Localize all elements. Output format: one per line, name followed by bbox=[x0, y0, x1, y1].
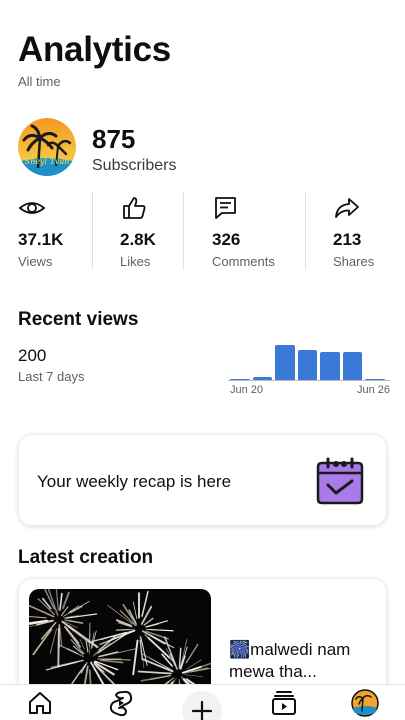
subscriber-label: Subscribers bbox=[92, 157, 177, 174]
subscriptions-icon[interactable] bbox=[270, 689, 298, 717]
divider bbox=[183, 192, 184, 270]
chart-bar bbox=[252, 376, 273, 380]
chart-tick-label: Jun 26 bbox=[356, 384, 390, 396]
profile-avatar-icon[interactable] bbox=[351, 689, 379, 717]
chart-tick-label: Jun 20 bbox=[230, 384, 264, 396]
share-icon bbox=[335, 198, 359, 218]
recent-views-period: Last 7 days bbox=[18, 369, 85, 384]
chart-axis bbox=[228, 380, 390, 381]
bottom-navigation bbox=[0, 684, 405, 720]
stat-value: 326 bbox=[212, 230, 241, 249]
creation-title[interactable]: 🎆malwedi nam mewa tha... bbox=[229, 639, 374, 683]
stat-label: Likes bbox=[120, 254, 151, 269]
divider bbox=[305, 192, 306, 270]
page-subtitle[interactable]: All time bbox=[18, 74, 61, 89]
create-button[interactable] bbox=[182, 691, 222, 720]
chart-bar bbox=[230, 379, 250, 380]
stat-value: 213 bbox=[333, 230, 362, 249]
chart-bar bbox=[342, 352, 363, 380]
avatar-logo-text: Sneyl Tvan bbox=[25, 157, 70, 166]
recent-views-title: Recent views bbox=[18, 309, 139, 330]
page-title: Analytics bbox=[18, 30, 171, 69]
channel-avatar[interactable]: Sneyl Tvan bbox=[18, 118, 76, 176]
recent-views-value: 200 bbox=[18, 346, 47, 365]
eye-icon bbox=[18, 202, 46, 214]
latest-creation-title: Latest creation bbox=[18, 547, 154, 568]
stat-value: 2.8K bbox=[120, 230, 156, 249]
chart-bar bbox=[320, 352, 340, 380]
stats-row: 37.1K Views 2.8K Likes 326 Comments 213 … bbox=[0, 192, 405, 272]
create-plus-icon bbox=[191, 700, 213, 720]
divider bbox=[92, 192, 93, 270]
weekly-recap-text: Your weekly recap is here bbox=[37, 472, 232, 491]
shorts-icon[interactable] bbox=[107, 689, 135, 717]
comment-icon bbox=[215, 197, 236, 219]
recent-views-chart[interactable]: Jun 20 Jun 26 bbox=[228, 338, 390, 402]
stat-label: Comments bbox=[212, 254, 275, 269]
thumbs-up-icon bbox=[123, 197, 146, 219]
stat-label: Views bbox=[18, 254, 53, 269]
calendar-check-icon bbox=[316, 457, 364, 505]
chart-bar bbox=[275, 345, 295, 380]
chart-bar bbox=[297, 349, 318, 380]
subscriber-count: 875 bbox=[92, 124, 136, 154]
chart-bar bbox=[365, 379, 385, 380]
stat-value: 37.1K bbox=[18, 230, 64, 249]
stat-label: Shares bbox=[333, 254, 375, 269]
home-icon[interactable] bbox=[26, 689, 54, 717]
weekly-recap-card[interactable]: Your weekly recap is here bbox=[18, 434, 387, 526]
channel-summary: Sneyl Tvan 875 Subscribers bbox=[18, 118, 388, 180]
